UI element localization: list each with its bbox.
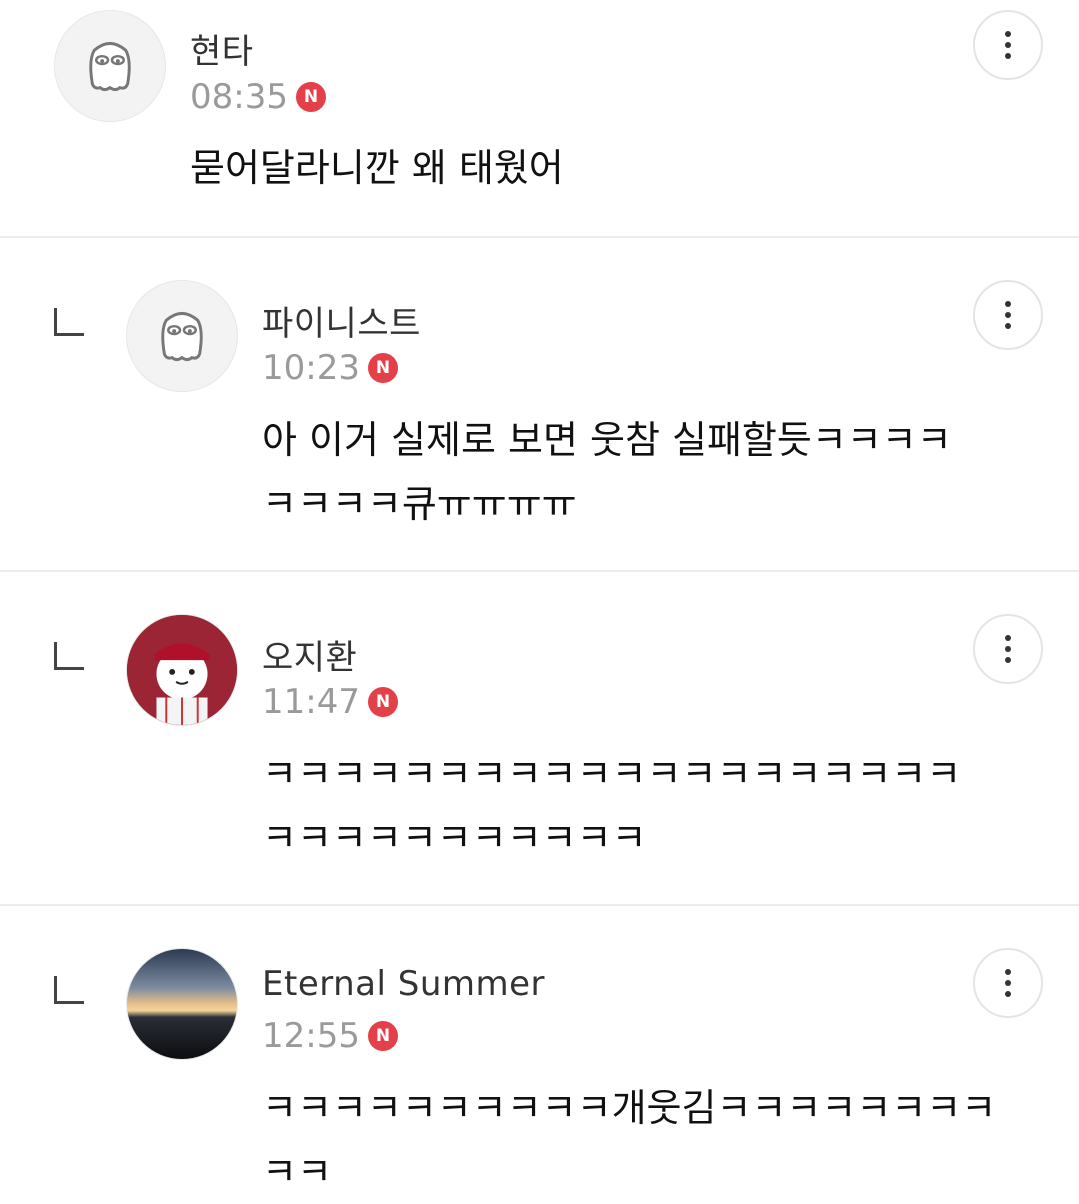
new-badge: N [295, 82, 326, 112]
comment-author[interactable]: 현타 [190, 24, 254, 73]
reply-arrow-icon [54, 642, 84, 670]
dot [1005, 980, 1011, 986]
more-options-button[interactable] [973, 614, 1043, 684]
dot [1005, 991, 1011, 997]
reply-item: Eternal Summer 12:55 N ㅋㅋㅋㅋㅋㅋㅋㅋㅋㅋ개웃김ㅋㅋㅋㅋ… [0, 906, 1079, 1194]
comment-meta: 10:23 N [262, 348, 398, 388]
comment-meta: 11:47 N [262, 682, 398, 722]
ghost-icon [55, 11, 165, 121]
comment-text: ㅋㅋㅋㅋㅋㅋㅋㅋㅋㅋㅋㅋㅋㅋㅋㅋㅋㅋㅋㅋㅋㅋㅋㅋㅋㅋㅋㅋㅋㅋㅋ [262, 752, 962, 860]
comment-author[interactable]: 파이니스트 [262, 296, 421, 345]
comment-text: 아 이거 실제로 보면 웃참 실패할듯ㅋㅋㅋㅋㅋㅋㅋㅋ큐ㅠㅠㅠㅠ [262, 418, 952, 526]
new-badge: N [367, 687, 398, 717]
avatar[interactable] [54, 10, 166, 122]
comment-item: 현타 08:35 N 묻어달라니깐 왜 태웠어 [0, 0, 1079, 238]
dot [1005, 312, 1011, 318]
more-options-button[interactable] [973, 280, 1043, 350]
comment-author[interactable]: Eternal Summer [262, 964, 545, 1004]
comment-meta: 08:35 N [190, 77, 326, 117]
reply-item: 파이니스트 10:23 N 아 이거 실제로 보면 웃참 실패할듯ㅋㅋㅋㅋㅋㅋㅋ… [0, 238, 1079, 572]
new-badge: N [367, 353, 398, 383]
comment-time: 10:23 [262, 348, 360, 388]
new-badge: N [367, 1021, 398, 1051]
dot [1005, 53, 1011, 59]
comment-time: 08:35 [190, 77, 288, 117]
dot [1005, 42, 1011, 48]
avatar[interactable] [126, 280, 238, 392]
comment-text: ㅋㅋㅋㅋㅋㅋㅋㅋㅋㅋ개웃김ㅋㅋㅋㅋㅋㅋㅋㅋㅋㅋ [262, 1086, 997, 1194]
comment-meta: 12:55 N [262, 1016, 398, 1056]
comment-author[interactable]: 오지환 [262, 630, 357, 679]
dot [1005, 323, 1011, 329]
sunset-icon [127, 949, 237, 1059]
avatar[interactable] [126, 948, 238, 1060]
dot [1005, 657, 1011, 663]
ghost-icon [127, 281, 237, 391]
reply-arrow-icon [54, 976, 84, 1004]
comment-text: 묻어달라니깐 왜 태웠어 [190, 146, 564, 190]
comment-time: 11:47 [262, 682, 360, 722]
twins-cat-icon [127, 615, 237, 725]
more-options-button[interactable] [973, 948, 1043, 1018]
avatar[interactable] [126, 614, 238, 726]
dot [1005, 31, 1011, 37]
dot [1005, 646, 1011, 652]
more-options-button[interactable] [973, 10, 1043, 80]
comment-time: 12:55 [262, 1016, 360, 1056]
dot [1005, 635, 1011, 641]
dot [1005, 969, 1011, 975]
dot [1005, 301, 1011, 307]
reply-arrow-icon [54, 308, 84, 336]
reply-item: 오지환 11:47 N ㅋㅋㅋㅋㅋㅋㅋㅋㅋㅋㅋㅋㅋㅋㅋㅋㅋㅋㅋㅋㅋㅋㅋㅋㅋㅋㅋㅋ… [0, 572, 1079, 906]
